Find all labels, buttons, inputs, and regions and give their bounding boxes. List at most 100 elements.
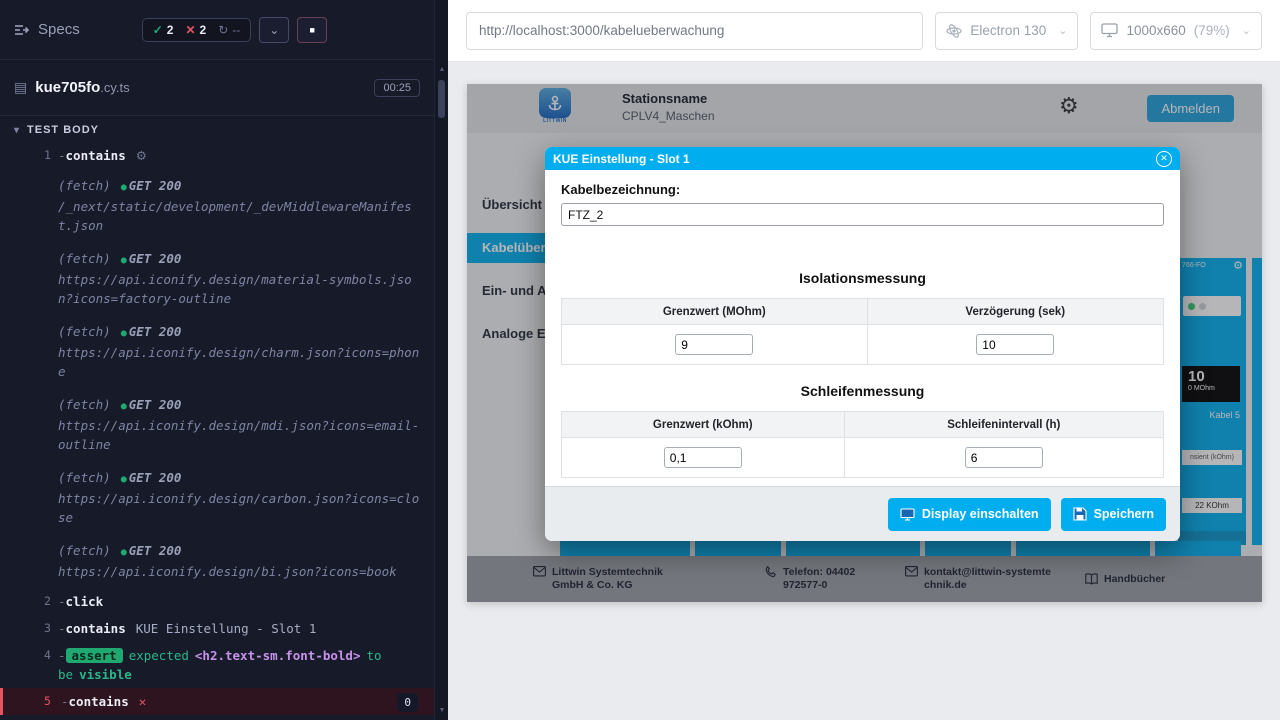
assert-badge: assert <box>66 648 123 663</box>
cable-name-input[interactable] <box>561 203 1164 226</box>
cable-name-label: Kabelbezeichnung: <box>561 182 1164 197</box>
stat-passed: ✓2 <box>153 23 174 37</box>
collapse-button[interactable]: ⌄ <box>259 17 289 43</box>
spec-row[interactable]: ▤ kue705fo .cy.ts 00:25 <box>0 60 434 116</box>
status-dot-icon: ● <box>121 401 127 412</box>
url-input[interactable] <box>466 12 923 50</box>
table-cell <box>562 438 845 478</box>
speichern-button[interactable]: Speichern <box>1061 498 1166 531</box>
check-icon: ✓ <box>153 23 163 37</box>
table-cell <box>867 325 1163 365</box>
column-header: Grenzwert (kOhm) <box>562 412 845 438</box>
command-argument: KUE Einstellung - Slot 1 <box>136 621 317 636</box>
fetch-url: https://api.iconify.design/charm.json?ic… <box>58 343 420 381</box>
gear-icon: ⚙ <box>136 148 147 163</box>
dash: - <box>58 594 66 609</box>
fetch-log-row[interactable]: (fetch) ●GET 200 /_next/static/developmen… <box>0 169 434 242</box>
fetch-url: https://api.iconify.design/bi.json?icons… <box>58 562 420 581</box>
fetch-status: GET 200 <box>129 178 182 193</box>
fetch-status: GET 200 <box>129 324 182 339</box>
command-number: 2 <box>0 592 58 611</box>
test-body-label: TEST BODY <box>27 124 99 136</box>
reporter-topbar: Specs ✓2 ✕2 ↻-- ⌄ ■ <box>0 0 434 60</box>
fail-cross-icon: ✕ <box>139 694 147 709</box>
test-body-header[interactable]: ▾ TEST BODY <box>0 116 434 142</box>
command-row[interactable]: 1 -contains⚙ <box>0 142 434 169</box>
file-icon: ▤ <box>14 79 27 96</box>
cypress-reporter: Specs ✓2 ✕2 ↻-- ⌄ ■ ▤ kue705fo .cy.ts 00… <box>0 0 434 720</box>
assert-expected: expected <box>129 648 189 663</box>
command-row[interactable]: 2 -click <box>0 588 434 615</box>
browser-select[interactable]: Electron 130 ⌄ <box>935 12 1078 50</box>
stop-button[interactable]: ■ <box>297 17 327 43</box>
schleifen-table: Grenzwert (kOhm) Schleifenintervall (h) <box>561 411 1164 478</box>
status-dot-icon: ● <box>121 255 127 266</box>
fetch-log-row[interactable]: (fetch)●GET 200 https://api.iconify.desi… <box>0 315 434 388</box>
isolation-table: Grenzwert (MOhm) Verzögerung (sek) <box>561 298 1164 365</box>
fetch-url: /_next/static/development/_devMiddleware… <box>58 197 420 235</box>
fetch-tag: (fetch) <box>58 251 111 266</box>
spec-name: kue705fo <box>35 79 100 96</box>
failed-command-row[interactable]: 5 -contains✕ 0 <box>0 688 434 715</box>
command-number: 3 <box>0 619 58 638</box>
viewport-select[interactable]: 1000x660 (79%) ⌄ <box>1090 12 1262 50</box>
fetch-tag: (fetch) <box>58 324 111 339</box>
status-dot-icon: ● <box>121 547 127 558</box>
status-dot-icon: ● <box>121 474 127 485</box>
kue-settings-modal: KUE Einstellung - Slot 1 ✕ Kabelbezeichn… <box>545 147 1180 541</box>
chevron-down-icon: ⌄ <box>269 23 279 37</box>
modal-body: Kabelbezeichnung: Isolationsmessung Gren… <box>545 170 1180 486</box>
scroll-down-icon[interactable]: ▼ <box>435 707 449 714</box>
fetch-tag: (fetch) <box>58 178 111 193</box>
schleifenintervall-input[interactable] <box>965 447 1043 468</box>
assert-selector: <h2.text-sm.font-bold> <box>195 648 361 663</box>
command-row[interactable]: 3 -contains KUE Einstellung - Slot 1 <box>0 615 434 642</box>
command-method: click <box>66 594 104 609</box>
status-dot-icon: ● <box>121 182 127 193</box>
reporter-scrollbar[interactable]: ▲ ▼ <box>434 0 448 720</box>
aut-background: LITTWIN Stationsname CPLV4_Maschen ⚙ Abm… <box>448 62 1280 720</box>
fetch-log-row[interactable]: (fetch)●GET 200 https://api.iconify.desi… <box>0 242 434 315</box>
electron-icon <box>946 23 962 39</box>
command-method: contains <box>66 621 126 636</box>
modal-header: KUE Einstellung - Slot 1 ✕ <box>545 147 1180 170</box>
table-cell <box>844 438 1163 478</box>
command-method: contains <box>69 694 129 709</box>
cross-icon: ✕ <box>185 23 195 37</box>
column-header: Grenzwert (MOhm) <box>562 299 868 325</box>
fetch-status: GET 200 <box>129 543 182 558</box>
viewport-zoom: (79%) <box>1194 23 1230 38</box>
fetch-tag: (fetch) <box>58 543 111 558</box>
fetch-status: GET 200 <box>129 470 182 485</box>
stop-icon: ■ <box>310 25 315 35</box>
fetch-log-row[interactable]: (fetch)●GET 200 https://api.iconify.desi… <box>0 388 434 461</box>
specs-icon <box>14 23 30 37</box>
scrollbar-thumb[interactable] <box>438 80 445 118</box>
assert-row[interactable]: 4 -assertexpected<h2.text-sm.font-bold>t… <box>0 642 434 688</box>
fetch-log-row[interactable]: (fetch) ●GET 200 https://api.iconify.desi… <box>0 534 434 588</box>
fetch-log-row[interactable]: (fetch)●GET 200 https://api.iconify.desi… <box>0 461 434 534</box>
save-icon <box>1073 507 1087 521</box>
spec-duration: 00:25 <box>374 79 420 97</box>
stat-failed: ✕2 <box>185 23 206 37</box>
fetch-url: https://api.iconify.design/material-symb… <box>58 270 420 308</box>
scroll-up-icon[interactable]: ▲ <box>435 66 449 73</box>
fetch-tag: (fetch) <box>58 397 111 412</box>
grenzwert-kohm-input[interactable] <box>664 447 742 468</box>
command-number: 5 <box>3 692 61 711</box>
grenzwert-mohm-input[interactable] <box>675 334 753 355</box>
dash: - <box>58 648 66 663</box>
caret-down-icon: ▾ <box>14 125 20 136</box>
url-toolbar: Electron 130 ⌄ 1000x660 (79%) ⌄ <box>448 0 1280 62</box>
verzoegerung-sek-input[interactable] <box>976 334 1054 355</box>
specs-label: Specs <box>38 21 80 38</box>
display-einschalten-button[interactable]: Display einschalten <box>888 498 1051 531</box>
isolation-section-title: Isolationsmessung <box>561 270 1164 286</box>
table-cell <box>562 325 868 365</box>
modal-title: KUE Einstellung - Slot 1 <box>553 152 1156 166</box>
dash: - <box>58 621 66 636</box>
command-number: 4 <box>0 646 58 684</box>
command-log: 1 -contains⚙ (fetch)●GET 200 /_next/stat… <box>0 142 434 715</box>
specs-menu[interactable]: Specs <box>14 21 80 38</box>
close-icon[interactable]: ✕ <box>1156 151 1172 167</box>
